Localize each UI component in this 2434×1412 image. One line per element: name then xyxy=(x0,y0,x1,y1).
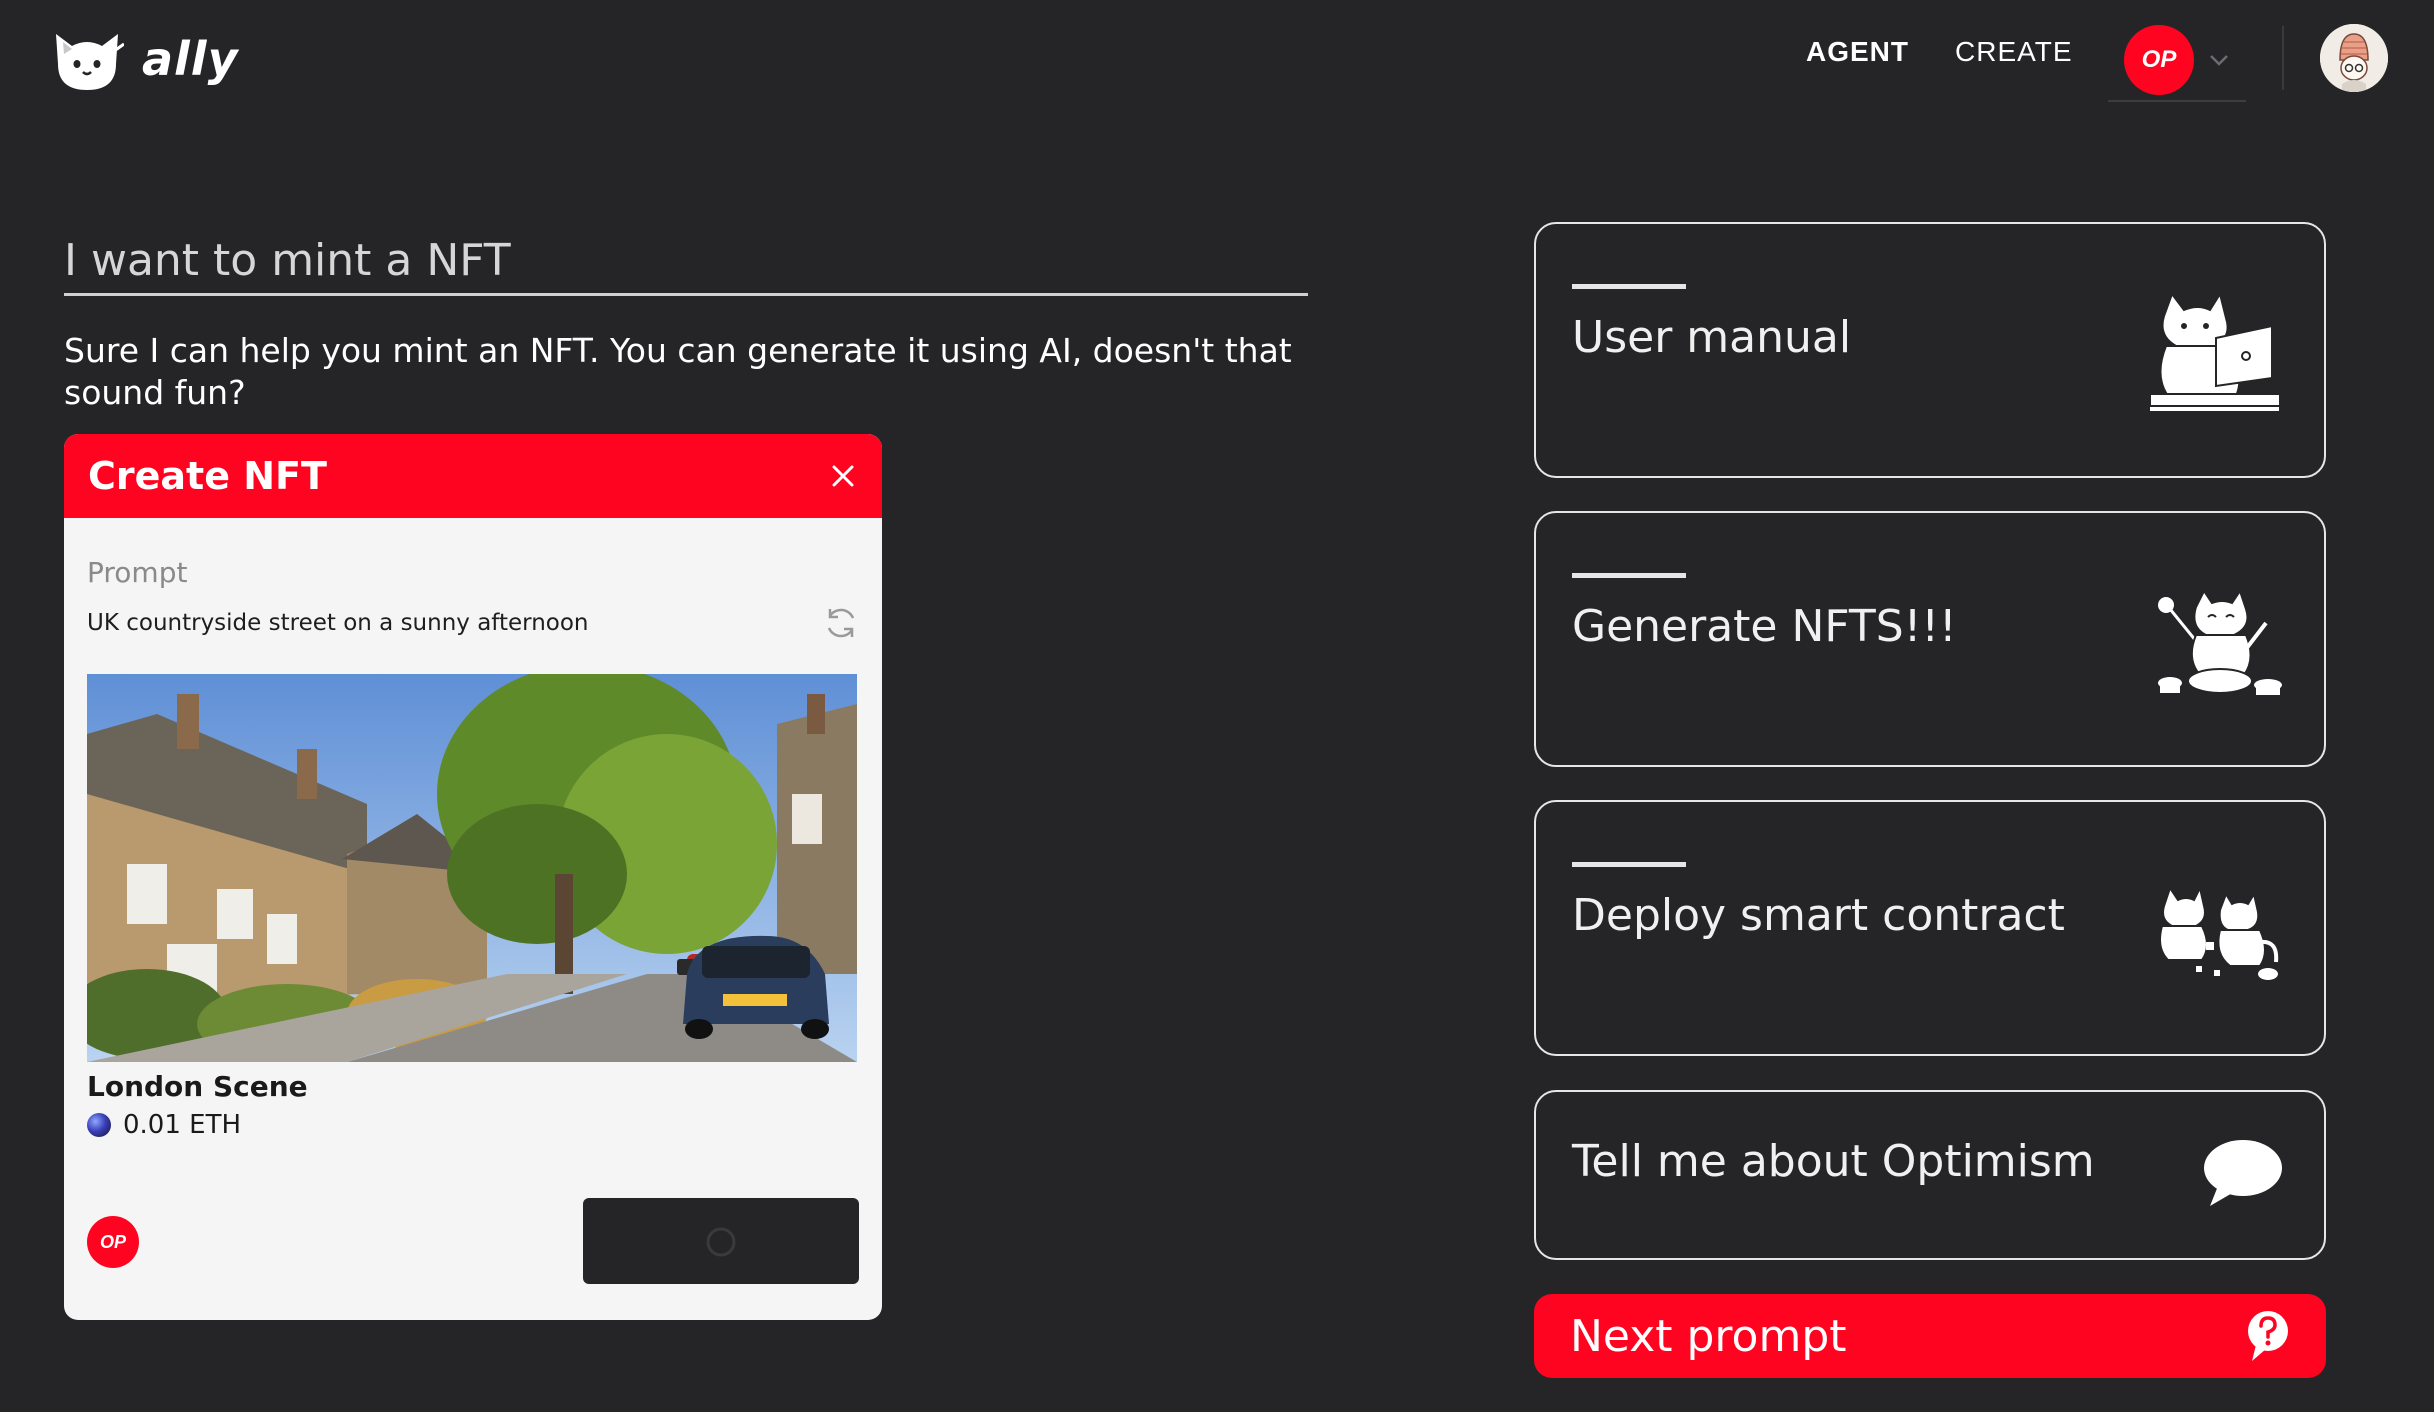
cat-painting-illustration-icon xyxy=(2158,589,2282,695)
loading-spinner-icon xyxy=(706,1227,736,1257)
op-network-badge: OP xyxy=(2124,25,2194,95)
question-bubble-icon xyxy=(2248,1311,2288,1361)
action-label: Deploy smart contract xyxy=(1572,890,2065,941)
eth-icon xyxy=(87,1113,111,1137)
card-header: Create NFT xyxy=(64,434,882,518)
action-card-generate-nfts[interactable]: Generate NFTS!!! xyxy=(1534,511,2326,767)
nav-divider xyxy=(2282,26,2284,90)
assistant-reply: Sure I can help you mint an NFT. You can… xyxy=(64,331,1292,412)
generated-nft-image xyxy=(87,674,857,1062)
network-selector[interactable]: OP xyxy=(2108,20,2246,102)
app-logo[interactable]: ally xyxy=(50,24,239,94)
card-accent-bar xyxy=(1572,573,1686,578)
top-nav: AGENT CREATE xyxy=(1806,36,2073,68)
action-card-deploy-contract[interactable]: Deploy smart contract xyxy=(1534,800,2326,1056)
action-card-user-manual[interactable]: User manual xyxy=(1534,222,2326,478)
refresh-icon[interactable] xyxy=(822,604,860,642)
cat-logo-icon xyxy=(56,34,124,90)
nft-price: 0.01 ETH xyxy=(123,1110,242,1140)
user-prompt-heading: I want to mint a NFT xyxy=(64,228,1308,296)
nft-name: London Scene xyxy=(87,1070,308,1103)
next-prompt-label: Next prompt xyxy=(1570,1310,1847,1362)
cat-laptop-illustration-icon xyxy=(2149,291,2281,413)
close-icon[interactable] xyxy=(828,461,858,491)
action-card-optimism[interactable]: Tell me about Optimism xyxy=(1534,1090,2326,1260)
prompt-value: UK countryside street on a sunny afterno… xyxy=(87,610,589,636)
op-network-badge-small: OP xyxy=(87,1216,139,1268)
prompt-label: Prompt xyxy=(87,556,188,589)
speech-bubble-icon xyxy=(2204,1140,2282,1206)
price-row: 0.01 ETH xyxy=(87,1110,241,1140)
next-prompt-button[interactable]: Next prompt xyxy=(1534,1294,2326,1378)
user-avatar[interactable] xyxy=(2320,24,2388,92)
action-label: User manual xyxy=(1572,312,1852,363)
action-label: Generate NFTS!!! xyxy=(1572,601,1957,652)
avatar-illustration-icon xyxy=(2320,24,2388,92)
cats-building-illustration-icon xyxy=(2159,885,2279,980)
create-nft-card: Create NFT Prompt UK countryside street … xyxy=(64,434,882,1320)
card-title: Create NFT xyxy=(88,454,327,498)
nav-create[interactable]: CREATE xyxy=(1955,36,2073,68)
mint-button[interactable] xyxy=(583,1198,859,1284)
app-name: ally xyxy=(142,32,239,86)
chevron-down-icon xyxy=(2210,55,2228,66)
card-accent-bar xyxy=(1572,284,1686,289)
card-accent-bar xyxy=(1572,862,1686,867)
action-label: Tell me about Optimism xyxy=(1572,1136,2095,1187)
nav-agent[interactable]: AGENT xyxy=(1806,36,1909,68)
